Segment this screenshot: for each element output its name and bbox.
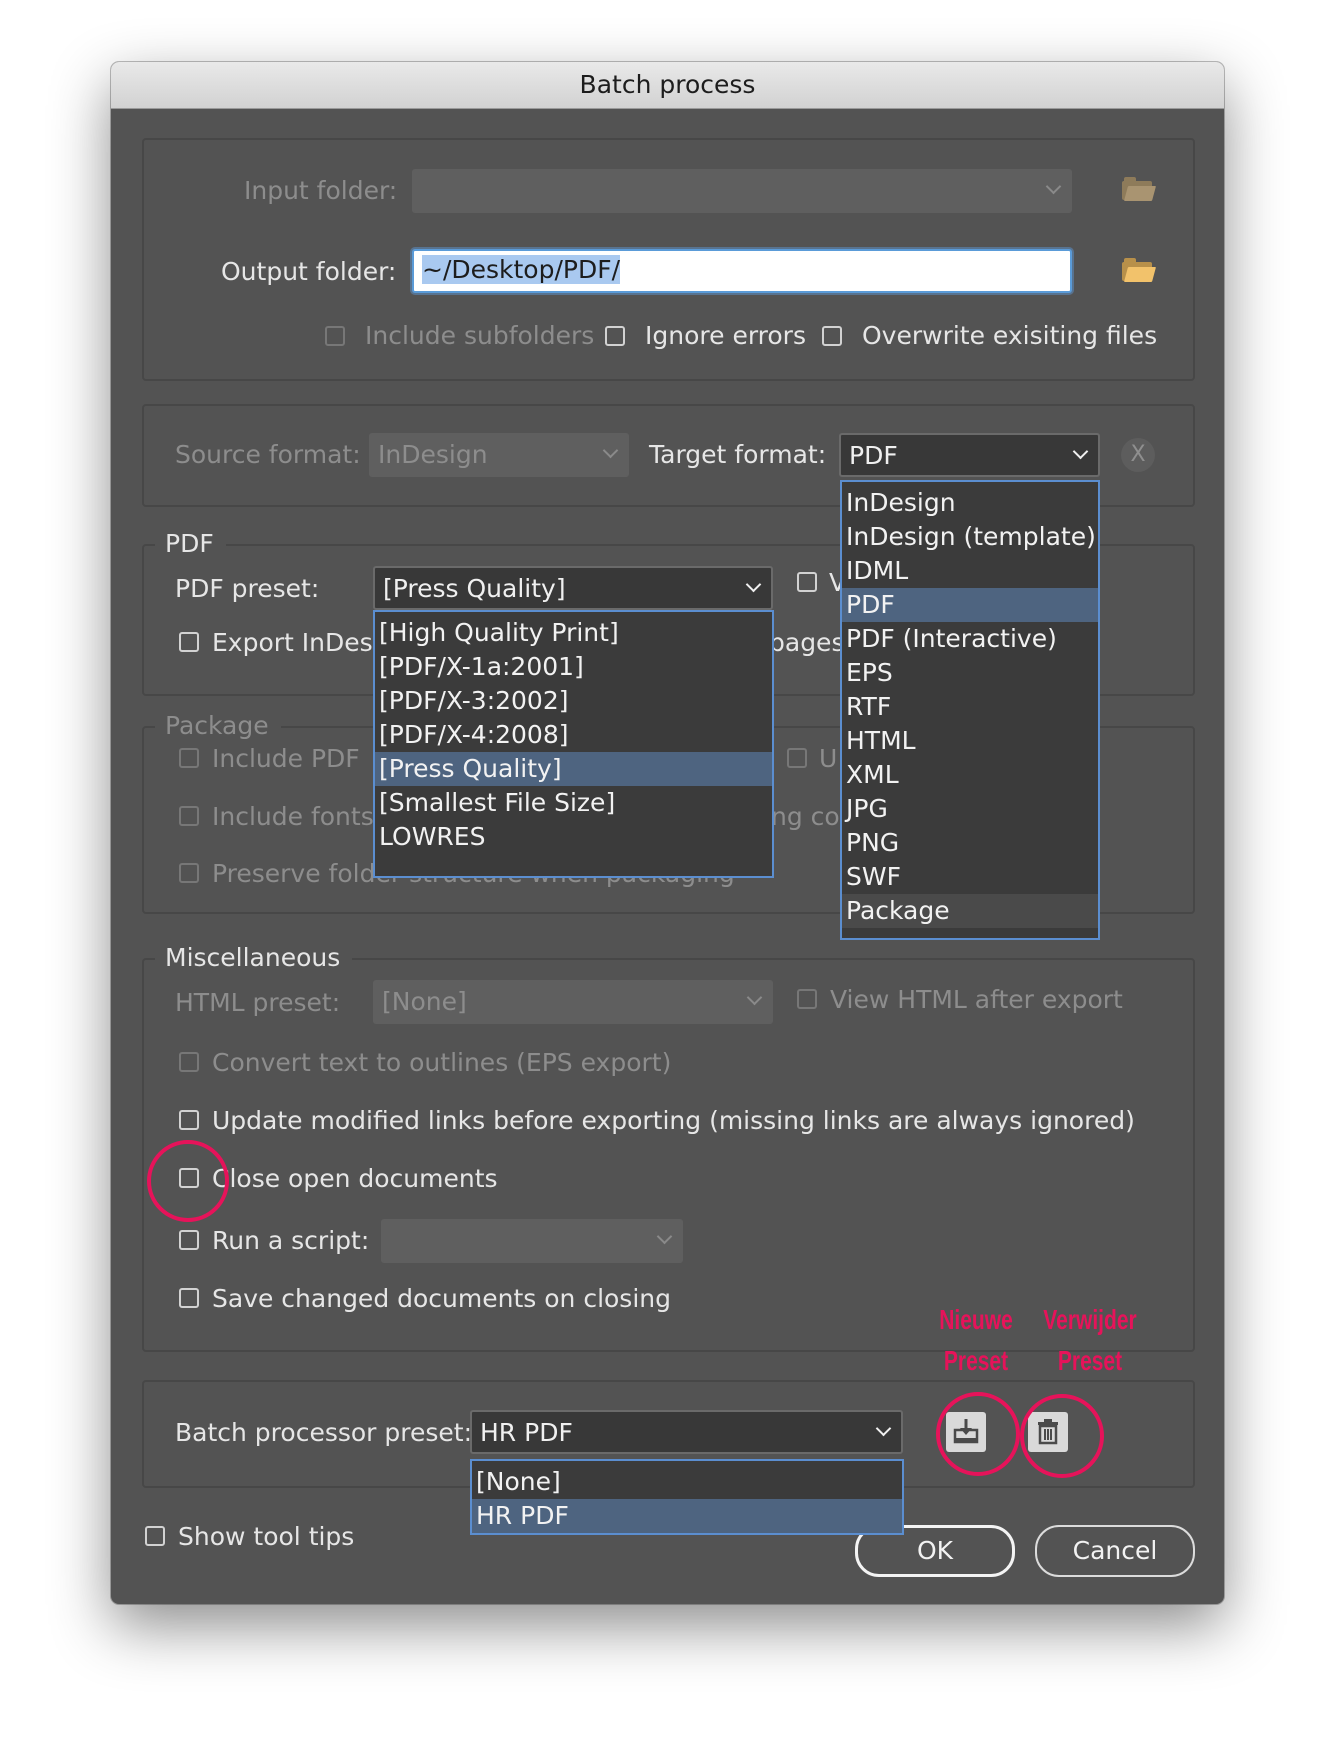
view-html-label: View HTML after export bbox=[830, 985, 1123, 1014]
pdf-preset-option[interactable]: [High Quality Print] bbox=[375, 616, 772, 650]
package-u-label-partial: U bbox=[819, 744, 838, 773]
close-documents-highlight-ring bbox=[147, 1140, 229, 1222]
pdf-preset-option[interactable]: LOWRES bbox=[375, 820, 772, 854]
target-format-option[interactable]: PDF bbox=[842, 588, 1098, 622]
ignore-errors-checkbox[interactable] bbox=[605, 326, 625, 346]
target-format-option[interactable]: EPS bbox=[842, 656, 1098, 690]
package-legend: Package bbox=[155, 711, 281, 741]
target-format-option[interactable]: HTML bbox=[842, 724, 1098, 758]
include-subfolders-label: Include subfolders bbox=[365, 321, 595, 350]
batch-preset-option[interactable]: [None] bbox=[472, 1465, 902, 1499]
include-pdf-checkbox[interactable] bbox=[179, 748, 199, 768]
delete-preset-annotation-line2: Preset bbox=[1057, 1345, 1123, 1376]
target-format-value: PDF bbox=[849, 441, 898, 470]
input-folder-select[interactable] bbox=[412, 169, 1072, 213]
pdf-preset-dropdown: [High Quality Print] [PDF/X-1a:2001] [PDF/… bbox=[373, 610, 774, 878]
batch-preset-option[interactable]: HR PDF bbox=[472, 1499, 902, 1533]
pages-label-partial: pages bbox=[769, 628, 845, 657]
export-indesign-checkbox[interactable] bbox=[179, 632, 199, 652]
show-tooltips-label: Show tool tips bbox=[178, 1522, 355, 1551]
chevron-down-icon bbox=[1072, 443, 1089, 460]
output-folder-browse-icon[interactable] bbox=[1122, 258, 1157, 282]
overwrite-files-label: Overwrite exisiting files bbox=[862, 321, 1158, 350]
html-preset-select[interactable]: [None] bbox=[373, 980, 773, 1024]
chevron-down-icon bbox=[745, 576, 762, 593]
view-pdf-checkbox[interactable] bbox=[797, 572, 817, 592]
target-format-select[interactable]: PDF bbox=[839, 433, 1100, 477]
target-format-option[interactable]: PNG bbox=[842, 826, 1098, 860]
delete-preset-highlight-ring bbox=[1020, 1394, 1104, 1478]
batch-preset-dropdown: [None] HR PDF bbox=[470, 1459, 904, 1535]
html-preset-value: [None] bbox=[382, 987, 467, 1016]
source-format-select[interactable]: InDesign bbox=[369, 433, 629, 477]
update-links-checkbox[interactable] bbox=[179, 1110, 199, 1130]
close-documents-label: Close open documents bbox=[212, 1164, 498, 1193]
html-preset-label: HTML preset: bbox=[175, 988, 341, 1017]
export-indesign-label-partial: Export InDesi bbox=[212, 628, 380, 657]
convert-outlines-checkbox[interactable] bbox=[179, 1052, 199, 1072]
new-preset-highlight-ring bbox=[936, 1392, 1020, 1476]
include-subfolders-checkbox[interactable] bbox=[325, 326, 345, 346]
input-folder-label: Input folder: bbox=[244, 176, 398, 205]
pdf-preset-select[interactable]: [Press Quality] bbox=[373, 566, 773, 610]
chevron-down-icon bbox=[1045, 178, 1062, 195]
include-fonts-label: Include fonts bbox=[212, 802, 374, 831]
save-changed-label: Save changed documents on closing bbox=[212, 1284, 671, 1313]
cancel-button[interactable]: Cancel bbox=[1035, 1525, 1195, 1577]
batch-preset-select[interactable]: HR PDF bbox=[470, 1410, 903, 1454]
new-preset-annotation-line1: Nieuwe bbox=[939, 1304, 1013, 1335]
update-links-label: Update modified links before exporting (… bbox=[212, 1106, 1135, 1135]
run-script-select[interactable] bbox=[381, 1219, 683, 1263]
target-format-option[interactable]: Package bbox=[842, 894, 1098, 928]
convert-outlines-label: Convert text to outlines (EPS export) bbox=[212, 1048, 672, 1077]
output-folder-value: ~/Desktop/PDF/ bbox=[422, 255, 621, 284]
run-script-checkbox[interactable] bbox=[179, 1230, 199, 1250]
include-pdf-label: Include PDF bbox=[212, 744, 360, 773]
pdf-preset-option[interactable]: [Smallest File Size] bbox=[375, 786, 772, 820]
batch-preset-value: HR PDF bbox=[480, 1418, 573, 1447]
pdf-preset-label: PDF preset: bbox=[175, 574, 320, 603]
target-format-option[interactable]: SWF bbox=[842, 860, 1098, 894]
target-format-label: Target format: bbox=[649, 440, 827, 469]
delete-preset-annotation-line1: Verwijder bbox=[1043, 1304, 1137, 1335]
pdf-legend: PDF bbox=[155, 529, 226, 559]
misc-legend: Miscellaneous bbox=[155, 943, 353, 973]
overwrite-files-checkbox[interactable] bbox=[822, 326, 842, 346]
pdf-preset-option[interactable]: [PDF/X-4:2008] bbox=[375, 718, 772, 752]
target-format-option[interactable]: IDML bbox=[842, 554, 1098, 588]
chevron-down-icon bbox=[602, 442, 619, 459]
window-title: Batch process bbox=[111, 62, 1224, 109]
output-folder-label: Output folder: bbox=[221, 257, 397, 286]
view-html-checkbox[interactable] bbox=[797, 989, 817, 1009]
target-format-option[interactable]: InDesign (template) bbox=[842, 520, 1098, 554]
chevron-down-icon bbox=[746, 989, 763, 1006]
chevron-down-icon bbox=[656, 1228, 673, 1245]
new-preset-annotation-line2: Preset bbox=[943, 1345, 1009, 1376]
pdf-preset-option[interactable]: [PDF/X-3:2002] bbox=[375, 684, 772, 718]
batch-preset-label: Batch processor preset: bbox=[175, 1418, 473, 1447]
output-folder-input[interactable]: ~/Desktop/PDF/ bbox=[412, 249, 1072, 293]
ignore-errors-label: Ignore errors bbox=[645, 321, 806, 350]
chevron-down-icon bbox=[875, 1420, 892, 1437]
preserve-folder-checkbox[interactable] bbox=[179, 863, 199, 883]
pdf-preset-option[interactable]: [Press Quality] bbox=[375, 752, 772, 786]
pdf-preset-option[interactable]: [PDF/X-1a:2001] bbox=[375, 650, 772, 684]
target-format-option[interactable]: JPG bbox=[842, 792, 1098, 826]
target-format-option[interactable]: PDF (Interactive) bbox=[842, 622, 1098, 656]
pdf-preset-value: [Press Quality] bbox=[383, 574, 566, 603]
target-format-option[interactable]: RTF bbox=[842, 690, 1098, 724]
input-folder-browse-icon[interactable] bbox=[1122, 177, 1157, 201]
target-format-dropdown: InDesign InDesign (template) IDML PDF PDF (I… bbox=[840, 480, 1100, 940]
clear-format-button[interactable]: X bbox=[1121, 438, 1155, 472]
run-script-label: Run a script: bbox=[212, 1226, 370, 1255]
include-fonts-checkbox[interactable] bbox=[179, 806, 199, 826]
target-format-option[interactable]: InDesign bbox=[842, 486, 1098, 520]
source-format-label: Source format: bbox=[175, 440, 361, 469]
target-format-option[interactable]: XML bbox=[842, 758, 1098, 792]
package-ng-label-partial: ng co bbox=[771, 802, 840, 831]
source-format-value: InDesign bbox=[378, 440, 488, 469]
show-tooltips-checkbox[interactable] bbox=[145, 1526, 165, 1546]
save-changed-checkbox[interactable] bbox=[179, 1288, 199, 1308]
package-u-checkbox[interactable] bbox=[787, 748, 807, 768]
